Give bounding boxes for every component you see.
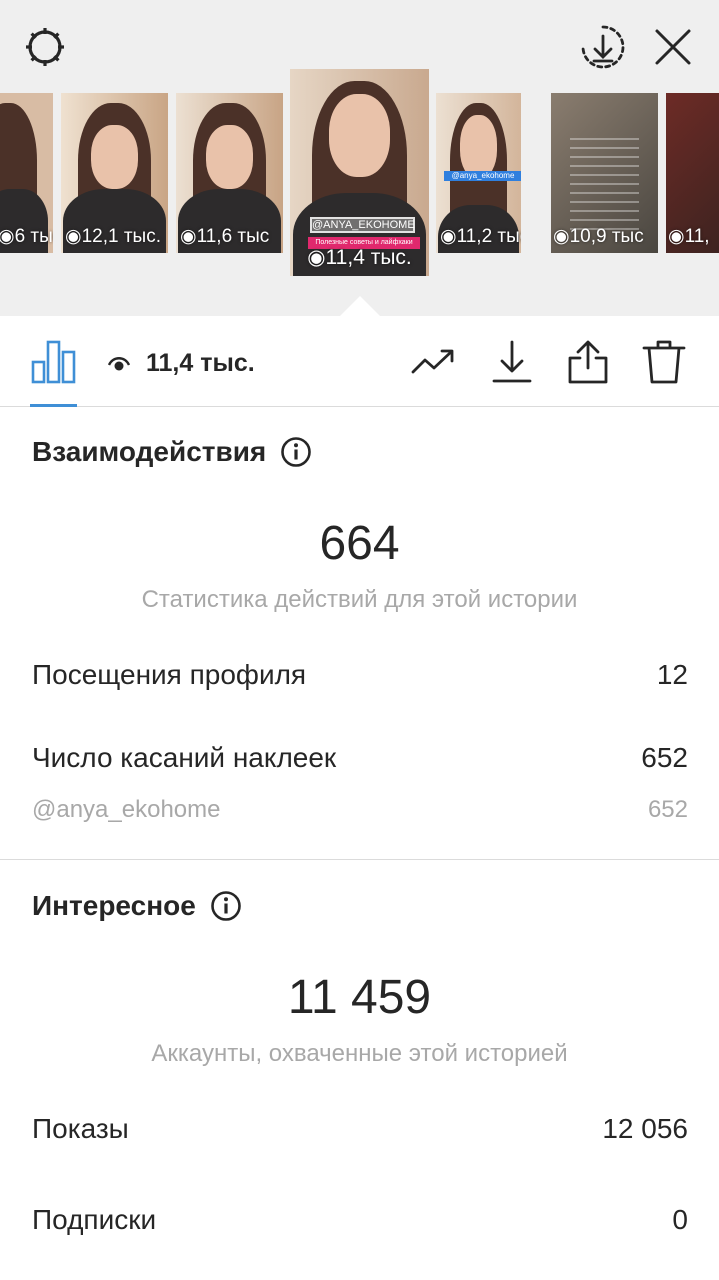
story-thumbnail[interactable]: ◉6 тыс xyxy=(0,93,53,253)
story-thumbnail-selected[interactable]: @ANYA_EKOHOME Полезные советы и лайфхаки… xyxy=(290,69,429,276)
mention-sticker: @anya_ekohome xyxy=(444,171,521,181)
info-icon[interactable] xyxy=(280,436,312,468)
profile-visits-label: Посещения профиля xyxy=(32,659,307,690)
follows-row: Подписки 0 xyxy=(32,1204,688,1236)
mention-sticker-label: @anya_ekohome xyxy=(32,796,221,823)
download-icon[interactable] xyxy=(488,338,536,386)
views-summary: 11,4 тыс. xyxy=(108,346,255,380)
story-thumbnail[interactable]: ◉11,6 тыс xyxy=(176,93,283,253)
trash-icon[interactable] xyxy=(640,338,688,386)
reach-caption: Аккаунты, охваченные этой историей xyxy=(151,1040,568,1067)
mention-sticker-row: @anya_ekohome 652 xyxy=(32,796,688,824)
views-count: 11,4 тыс. xyxy=(146,348,255,377)
story-toolbar: 11,4 тыс. xyxy=(0,316,719,407)
sticker-taps-label: Число касаний наклеек xyxy=(32,742,337,773)
story-thumbnail[interactable]: ◉12,1 тыс. xyxy=(61,93,168,253)
share-icon[interactable] xyxy=(564,338,612,386)
mention-sticker-value: 652 xyxy=(647,796,688,823)
interactions-title: Взаимодействия xyxy=(32,436,267,467)
story-views-count: ◉6 тыс xyxy=(0,226,53,247)
impressions-label: Показы xyxy=(32,1113,129,1144)
story-views-count: ◉11, xyxy=(668,226,710,247)
bar-chart-icon[interactable] xyxy=(30,338,78,386)
story-views-count: ◉11,6 тыс xyxy=(180,226,270,247)
section-divider xyxy=(0,859,719,860)
story-thumbnail[interactable]: @anya_ekohome ◉11,2 тыс xyxy=(436,93,521,253)
sticker-taps-value: 652 xyxy=(641,742,688,773)
reach-total: 11 459 xyxy=(287,971,432,1024)
story-thumbnail[interactable]: ◉11, xyxy=(666,93,719,253)
discovery-title: Интересное xyxy=(32,890,196,921)
story-views-count: ◉12,1 тыс. xyxy=(65,226,161,247)
interactions-total: 664 xyxy=(319,517,400,570)
follows-value: 0 xyxy=(672,1204,688,1235)
profile-visits-row: Посещения профиля 12 xyxy=(32,659,688,691)
info-icon[interactable] xyxy=(210,890,242,922)
story-thumbnail[interactable]: ◉10,9 тыс xyxy=(551,93,658,253)
story-views-count: ◉11,2 тыс xyxy=(440,226,521,247)
sticker-taps-row: Число касаний наклеек 652 xyxy=(32,742,688,774)
impressions-value: 12 056 xyxy=(602,1113,688,1144)
follows-label: Подписки xyxy=(32,1204,157,1235)
discovery-section-title: Интересное xyxy=(32,890,242,922)
story-views-count: ◉11,4 тыс. xyxy=(307,246,412,269)
profile-visits-value: 12 xyxy=(656,659,688,690)
interactions-section-title: Взаимодействия xyxy=(32,436,312,468)
trending-up-icon[interactable] xyxy=(410,338,458,386)
eye-icon xyxy=(108,357,130,371)
mention-sticker: @ANYA_EKOHOME xyxy=(310,217,415,233)
active-tab-indicator xyxy=(30,404,77,407)
story-thumbnails-strip: ◉6 тыс ◉12,1 тыс. ◉11,6 тыс @ANYA_EKOHOM… xyxy=(0,0,719,316)
story-views-count: ◉10,9 тыс xyxy=(553,226,644,247)
selected-story-pointer xyxy=(340,296,380,316)
impressions-row: Показы 12 056 xyxy=(32,1113,688,1145)
interactions-caption: Статистика действий для этой истории xyxy=(141,586,578,613)
